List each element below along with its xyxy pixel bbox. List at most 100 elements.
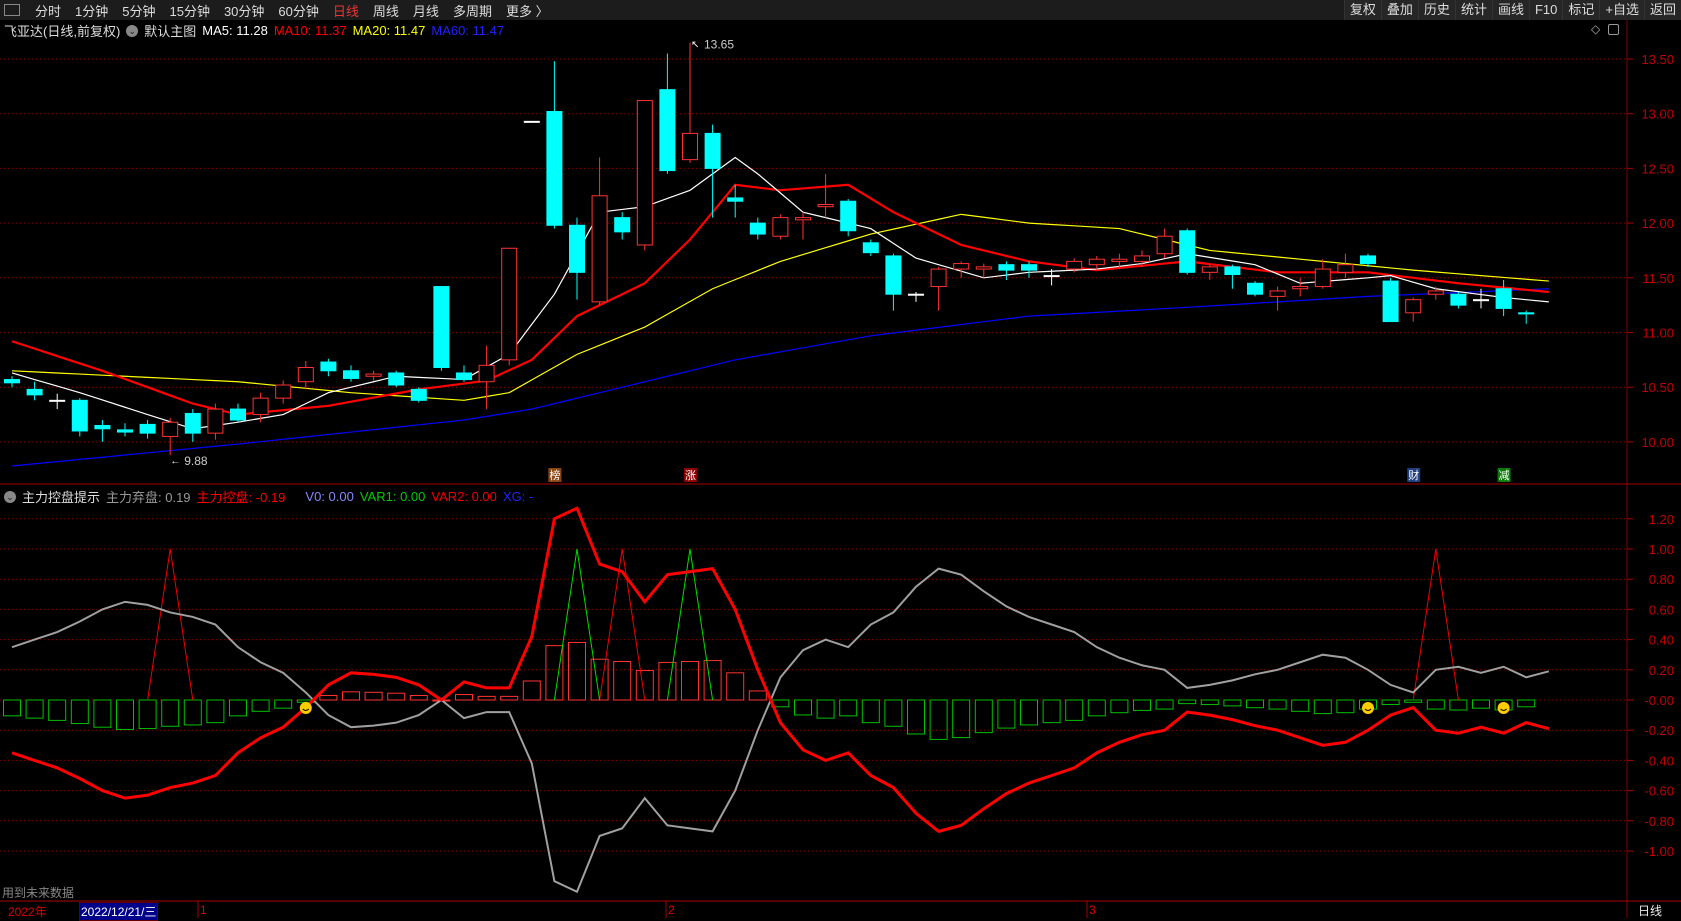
- price-tick-label: 13.00: [1641, 107, 1674, 122]
- candle: [1179, 228, 1196, 275]
- candle: [478, 345, 495, 410]
- candle: [998, 261, 1015, 280]
- candle: [1337, 253, 1354, 278]
- price-tick-label: 10.50: [1641, 380, 1674, 395]
- candle-body: [885, 255, 902, 295]
- indicator-tick-label: -0.00: [1644, 693, 1674, 708]
- candle-body: [523, 120, 540, 123]
- year-label: 2022年: [8, 905, 47, 919]
- price-tick-label: 10.00: [1641, 435, 1674, 450]
- indicator-bar: [748, 690, 767, 701]
- month-label: 2: [668, 903, 675, 917]
- candle: [1405, 297, 1422, 322]
- indicator-tick-label: 0.60: [1649, 602, 1674, 617]
- month-label: 3: [1089, 903, 1096, 917]
- candle-body: [727, 197, 744, 202]
- indicator-bar: [794, 699, 812, 716]
- arrow-icon: ←: [170, 456, 180, 467]
- indicator-bar: [364, 691, 383, 701]
- high-price-label: 13.65: [704, 38, 734, 52]
- candle: [659, 53, 676, 174]
- candle: [388, 370, 405, 388]
- event-marker: 财: [1408, 468, 1419, 482]
- indicator-bar: [319, 694, 338, 701]
- candle-body: [1427, 290, 1444, 295]
- candle-body: [862, 242, 879, 254]
- candle: [885, 253, 902, 311]
- indicator-bar: [1200, 699, 1219, 706]
- indicator-bar: [1291, 699, 1310, 712]
- candle: [1450, 292, 1467, 309]
- chart-canvas[interactable]: 13.5013.0012.5012.0011.5011.0010.5010.00…: [0, 0, 1681, 918]
- indicator-bar: [500, 695, 519, 701]
- smiley-icon: [299, 702, 312, 714]
- candle-body: [1518, 312, 1535, 315]
- candle: [117, 423, 133, 437]
- indicator-tick-label: -0.40: [1644, 753, 1674, 768]
- indicator-bar: [3, 699, 21, 717]
- candle-body: [975, 266, 992, 270]
- candle-body: [1043, 275, 1060, 278]
- indicator-bar: [1065, 699, 1084, 721]
- candle: [4, 376, 20, 388]
- candle: [184, 409, 201, 442]
- candle: [591, 157, 608, 306]
- candle: [297, 360, 314, 390]
- var2-spike: [1412, 548, 1459, 701]
- candle: [365, 370, 382, 381]
- price-tick-label: 12.50: [1641, 161, 1674, 176]
- indicator-tick-label: 0.40: [1649, 633, 1674, 648]
- var1-spike: [553, 548, 601, 701]
- candle-body: [1292, 286, 1309, 290]
- indicator-bar: [342, 691, 360, 701]
- candle: [343, 365, 359, 382]
- indicator-bar: [1313, 699, 1332, 715]
- candle-body: [1314, 268, 1331, 288]
- candle: [433, 286, 450, 371]
- candle-body: [71, 399, 88, 432]
- indicator-bar: [907, 699, 925, 735]
- candle: [1427, 286, 1444, 300]
- candle: [1518, 310, 1535, 324]
- candle-body: [139, 423, 156, 434]
- event-marker: 减: [1499, 469, 1510, 482]
- low-price-label: 9.88: [184, 454, 208, 468]
- indicator-bar: [161, 699, 180, 727]
- future-data-note: 用到未来数据: [2, 886, 75, 900]
- candle: [840, 199, 857, 237]
- candle: [456, 365, 472, 382]
- indicator-bar: [1404, 699, 1423, 703]
- indicator-bar: [839, 699, 858, 717]
- indicator-bar: [387, 692, 406, 701]
- indicator-tick-label: -1.00: [1644, 844, 1674, 859]
- indicator-bar: [1336, 699, 1355, 714]
- candle-body: [433, 286, 450, 369]
- indicator-bar: [116, 699, 134, 730]
- indicator-bar: [206, 699, 225, 724]
- indicator-bar: [952, 699, 971, 739]
- candle-body: [4, 379, 20, 384]
- candle-body: [478, 364, 495, 383]
- indicator-bar: [1381, 699, 1400, 706]
- indicator-bar: [93, 699, 112, 728]
- candle: [320, 358, 337, 377]
- indicator-bar: [703, 660, 722, 701]
- smiley-face: [1362, 702, 1374, 714]
- indicator-bar: [681, 660, 699, 701]
- candle-body: [320, 361, 337, 372]
- smiley-icon: [1497, 702, 1510, 714]
- candle: [749, 217, 766, 240]
- candle-body: [230, 408, 246, 421]
- candle: [139, 420, 156, 439]
- smiley-face: [299, 702, 312, 714]
- candle-body: [343, 370, 359, 379]
- candle: [94, 420, 111, 442]
- candle-body: [365, 373, 382, 377]
- candle-body: [682, 132, 698, 161]
- indicator-bar: [1178, 699, 1197, 705]
- candle-body: [749, 222, 766, 235]
- candle-body: [1066, 260, 1083, 270]
- indicator-bar: [1133, 699, 1151, 711]
- candle: [614, 212, 631, 240]
- indicator-bar: [522, 680, 541, 701]
